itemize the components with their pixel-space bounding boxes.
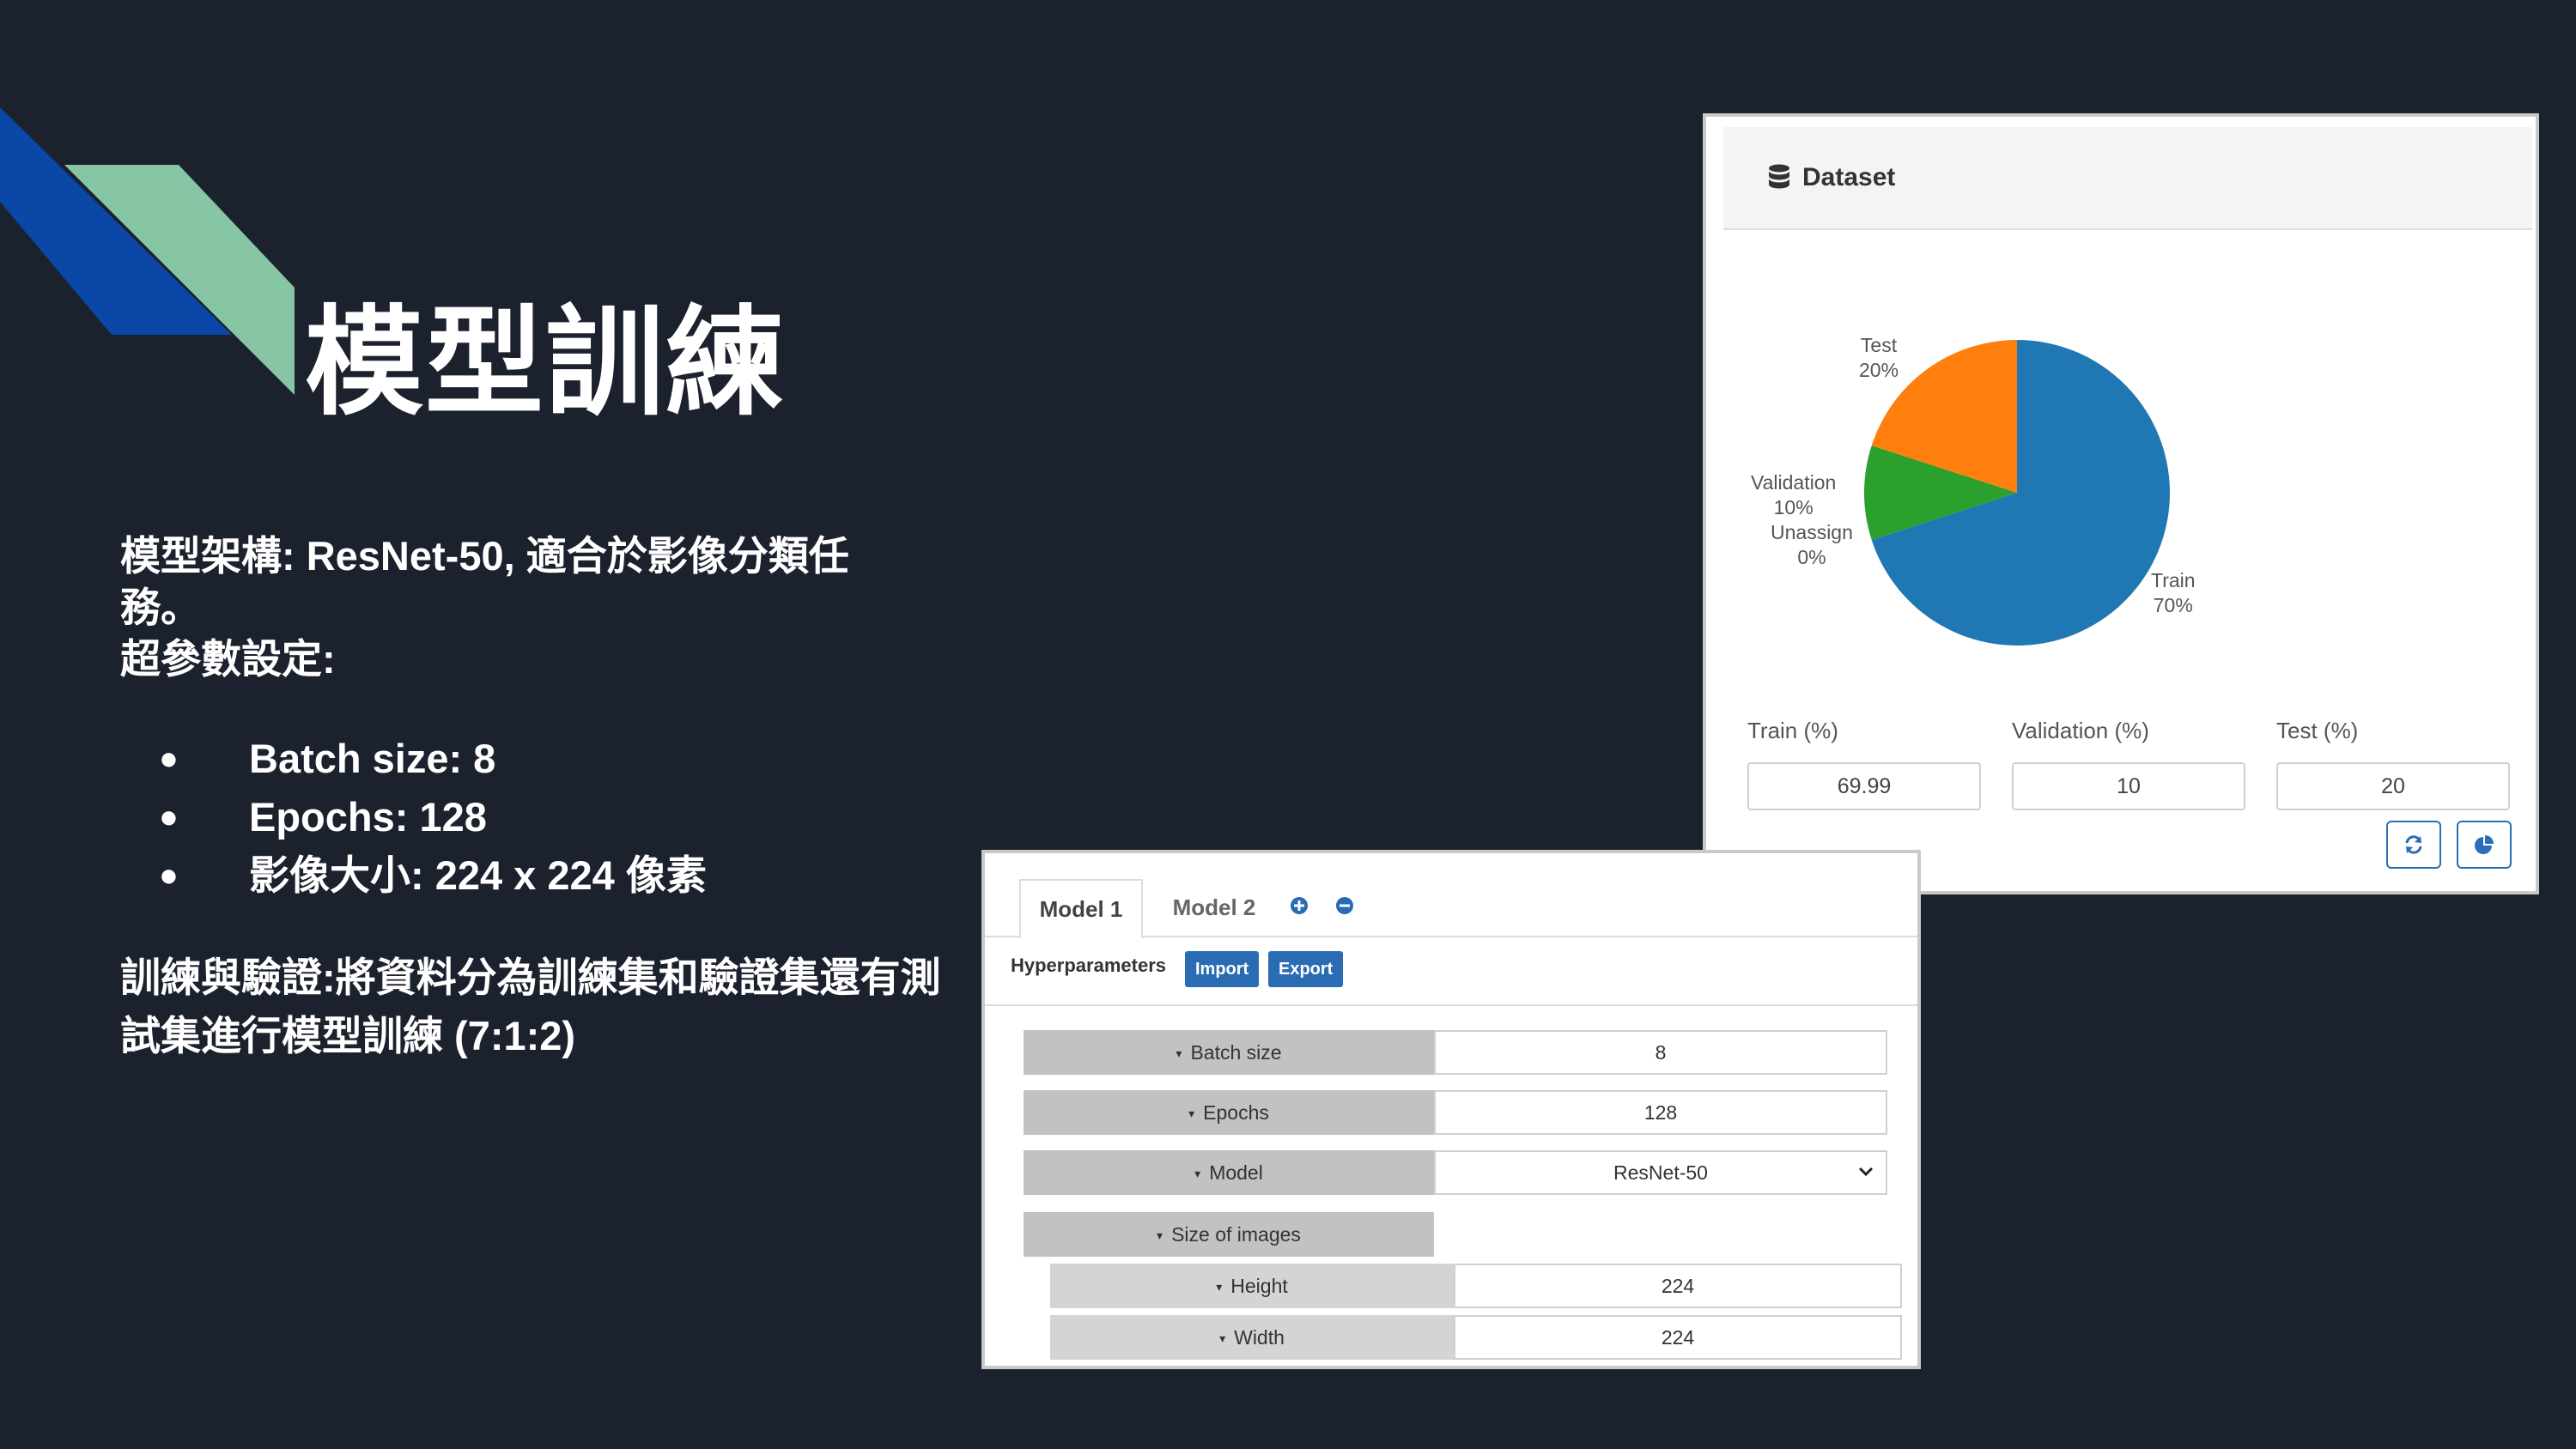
minus-circle-icon[interactable] <box>1335 896 1354 915</box>
bullet: ● <box>159 858 179 894</box>
list-item: ● 影像大小: 224 x 224 像素 <box>120 846 707 905</box>
import-button[interactable]: Import <box>1185 951 1260 987</box>
hyperparam-heading: 超參數設定: <box>120 636 336 682</box>
param-row-model: ▾ Model ResNet-50 <box>1024 1150 1887 1195</box>
validation-pct-input[interactable]: 10 <box>2012 762 2245 810</box>
export-button[interactable]: Export <box>1268 951 1344 987</box>
param-key[interactable]: ▾ Width <box>1050 1315 1454 1360</box>
list-item: ● Batch size: 8 <box>120 730 707 788</box>
dataset-pie-chart <box>1864 340 2170 646</box>
train-pct-label: Train (%) <box>1747 718 1838 743</box>
test-pct-label: Test (%) <box>2276 718 2359 743</box>
train-pct-input[interactable]: 69.99 <box>1747 762 1981 810</box>
training-text: 訓練與驗證:將資料分為訓練集和驗證集還有測試集進行模型訓練 (7:1:2) <box>120 955 941 1058</box>
dataset-panel: Dataset Test 20% Validation 10% Unassign 0%… <box>1703 113 2539 894</box>
chevron-down-icon <box>1858 1167 1874 1177</box>
width-input[interactable]: 224 <box>1454 1315 1902 1360</box>
hyperparameters-toolbar: Hyperparameters Import Export <box>985 936 1917 1006</box>
decorative-stripes <box>0 107 295 395</box>
param-key[interactable]: ▾ Model <box>1024 1150 1434 1195</box>
height-input[interactable]: 224 <box>1454 1264 1902 1308</box>
param-key[interactable]: ▾ Epochs <box>1024 1090 1434 1135</box>
param-key[interactable]: ▾ Size of images <box>1024 1212 1434 1257</box>
pie-label-test: Test 20% <box>1859 334 1899 381</box>
param-row-size-of-images: ▾ Size of images <box>1024 1212 1434 1257</box>
pie-chart-icon <box>2475 835 2494 854</box>
param-key[interactable]: ▾ Batch size <box>1024 1030 1434 1075</box>
tab-model-1[interactable]: Model 1 <box>1019 879 1143 939</box>
refresh-button[interactable] <box>2386 821 2441 869</box>
param-row-width: ▾ Width 224 <box>1050 1315 1902 1360</box>
param-key[interactable]: ▾ Height <box>1050 1264 1454 1308</box>
model-select[interactable]: ResNet-50 <box>1434 1150 1887 1195</box>
tab-model-2[interactable]: Model 2 <box>1158 879 1270 936</box>
validation-pct-label: Validation (%) <box>2012 718 2149 743</box>
test-pct-input[interactable]: 20 <box>2276 762 2510 810</box>
refresh-icon <box>2405 835 2422 854</box>
bullet: ● <box>159 741 179 777</box>
model-select-value: ResNet-50 <box>1613 1161 1708 1184</box>
slide-title: 模型訓練 <box>305 297 787 429</box>
architecture-text: 模型架構: ResNet-50, 適合於影像分類任務。 超參數設定: <box>120 530 927 685</box>
batch-size-input[interactable]: 8 <box>1434 1030 1887 1075</box>
list-item: ● Epochs: 128 <box>120 788 707 846</box>
epochs-input[interactable]: 128 <box>1434 1090 1887 1135</box>
plus-circle-icon[interactable] <box>1290 896 1309 915</box>
model-tabs: Model 1 Model 2 <box>985 853 1917 939</box>
pie-label-train: Train 70% <box>2151 569 2196 616</box>
bullet: ● <box>159 799 179 835</box>
param-row-epochs: ▾ Epochs 128 <box>1024 1090 1887 1135</box>
model-config-panel: Model 1 Model 2 Hyperparameters Import E… <box>981 850 1921 1369</box>
architecture-line: 模型架構: ResNet-50, 適合於影像分類任務。 <box>120 533 849 630</box>
pie-label-validation: Validation 10% <box>1751 471 1837 518</box>
param-row-height: ▾ Height 224 <box>1050 1264 1902 1308</box>
pie-chart-button[interactable] <box>2457 821 2512 869</box>
hyperparameters-label: Hyperparameters <box>1011 955 1166 976</box>
pie-label-unassign: Unassign 0% <box>1771 521 1853 568</box>
param-row-batch-size: ▾ Batch size 8 <box>1024 1030 1887 1075</box>
hyperparam-list: ● Batch size: 8 ● Epochs: 128 ● 影像大小: 224 x… <box>120 730 707 905</box>
